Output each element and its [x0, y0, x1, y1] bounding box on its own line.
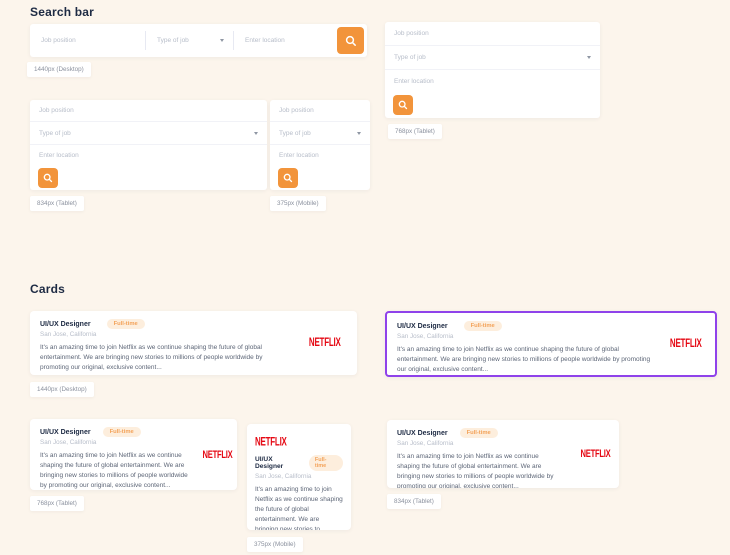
job-card-mobile-375[interactable]: NETFLIX UI/UX Designer Full-time San Jos… — [247, 424, 351, 530]
job-card-tablet-768[interactable]: UI/UX Designer Full-time San Jose, Calif… — [30, 419, 237, 490]
breakpoint-label-mobile-375: 375px (Mobile) — [247, 537, 303, 552]
job-card-header: UI/UX Designer Full-time — [397, 428, 609, 438]
netflix-logo: NETFLIX — [309, 336, 341, 350]
search-icon — [345, 35, 356, 46]
job-type-badge: Full-time — [463, 321, 502, 331]
breakpoint-label-desktop: 1440px (Desktop) — [30, 382, 94, 397]
job-type-badge: Full-time — [459, 428, 498, 438]
job-description: It's an amazing time to join Netflix as … — [397, 453, 554, 488]
netflix-logo: NETFLIX — [255, 435, 287, 450]
job-position-field — [385, 22, 600, 46]
netflix-logo: NETFLIX — [670, 337, 702, 351]
search-button-row — [270, 166, 370, 190]
job-card-header: UI/UX Designer Full-time — [40, 427, 227, 437]
search-button-row — [30, 166, 267, 190]
job-title: UI/UX Designer — [40, 320, 91, 328]
job-location: San Jose, California — [397, 333, 454, 340]
chevron-down-icon — [254, 131, 258, 135]
job-description: It's an amazing time to join Netflix as … — [40, 452, 188, 490]
enter-location-field — [385, 70, 600, 93]
breakpoint-label-tablet-768: 768px (Tablet) — [388, 124, 442, 139]
job-position-field — [30, 24, 145, 57]
job-title: UI/UX Designer — [397, 429, 448, 437]
job-card-header: UI/UX Designer Full-time — [40, 319, 347, 329]
search-button-row — [385, 93, 600, 118]
enter-location-field — [234, 24, 329, 57]
job-location: San Jose, California — [397, 440, 454, 447]
job-description: It's an amazing time to join Netflix as … — [40, 344, 263, 372]
search-bar-tablet-834: Type of job — [30, 100, 267, 190]
chevron-down-icon — [357, 131, 361, 135]
enter-location-input[interactable] — [279, 152, 361, 160]
section-title-search: Search bar — [30, 5, 95, 19]
job-card-desktop[interactable]: UI/UX Designer Full-time San Jose, Calif… — [30, 311, 357, 375]
enter-location-input[interactable] — [39, 152, 258, 160]
job-position-input[interactable] — [394, 29, 591, 37]
job-card-tablet-834[interactable]: UI/UX Designer Full-time San Jose, Calif… — [387, 420, 619, 488]
job-type-badge: Full-time — [308, 455, 343, 471]
job-position-input[interactable] — [39, 107, 258, 115]
job-description: It's an amazing time to join Netflix as … — [397, 346, 651, 374]
chevron-down-icon — [587, 55, 591, 59]
enter-location-input[interactable] — [245, 37, 318, 44]
search-icon — [283, 173, 293, 183]
search-bar-desktop: Type of job — [30, 24, 367, 57]
breakpoint-label-desktop: 1440px (Desktop) — [27, 62, 91, 77]
breakpoint-label-tablet-834: 834px (Tablet) — [30, 196, 84, 211]
search-button[interactable] — [38, 168, 58, 189]
type-of-job-select[interactable]: Type of job — [30, 122, 267, 145]
search-bar-tablet-768: Type of job — [385, 22, 600, 118]
search-button[interactable] — [278, 168, 298, 189]
job-position-field — [270, 100, 370, 123]
type-of-job-label: Type of job — [394, 53, 426, 61]
search-button[interactable] — [337, 27, 364, 54]
breakpoint-label-tablet-768: 768px (Tablet) — [30, 496, 84, 511]
type-of-job-select[interactable]: Type of job — [385, 46, 600, 70]
breakpoint-label-mobile-375: 375px (Mobile) — [270, 196, 326, 211]
job-description: It's an amazing time to join Netflix as … — [255, 486, 343, 530]
job-title: UI/UX Designer — [40, 428, 91, 436]
type-of-job-select[interactable]: Type of job — [270, 122, 370, 145]
enter-location-field — [30, 145, 267, 166]
search-button[interactable] — [393, 95, 413, 116]
job-card-header: UI/UX Designer Full-time — [397, 321, 705, 331]
job-location: San Jose, California — [40, 331, 97, 338]
type-of-job-label: Type of job — [157, 37, 189, 44]
search-icon — [43, 173, 53, 183]
job-location: San Jose, California — [255, 473, 312, 480]
job-title: UI/UX Designer — [255, 456, 284, 470]
job-position-input[interactable] — [279, 107, 361, 115]
job-position-input[interactable] — [41, 37, 134, 44]
style-guide-page: Search bar Type of job 1440px (Desktop) … — [0, 0, 730, 555]
job-title: UI/UX Designer — [397, 322, 448, 330]
job-type-badge: Full-time — [102, 427, 141, 437]
netflix-logo: NETFLIX — [580, 447, 610, 461]
type-of-job-select[interactable]: Type of job — [146, 24, 233, 57]
job-card-hover-state[interactable]: UI/UX Designer Full-time San Jose, Calif… — [385, 311, 717, 377]
enter-location-field — [270, 145, 370, 166]
type-of-job-label: Type of job — [279, 129, 311, 137]
search-icon — [398, 101, 408, 110]
netflix-logo: NETFLIX — [202, 447, 232, 462]
job-position-field — [30, 100, 267, 123]
job-type-badge: Full-time — [106, 319, 145, 329]
section-title-cards: Cards — [30, 282, 66, 296]
search-bar-mobile-375: Type of job — [270, 100, 370, 190]
enter-location-input[interactable] — [394, 77, 591, 85]
breakpoint-label-tablet-834: 834px (Tablet) — [387, 494, 441, 509]
job-location: San Jose, California — [40, 439, 97, 446]
chevron-down-icon — [220, 39, 224, 42]
job-card-header: UI/UX Designer Full-time — [255, 455, 343, 471]
type-of-job-label: Type of job — [39, 129, 71, 137]
